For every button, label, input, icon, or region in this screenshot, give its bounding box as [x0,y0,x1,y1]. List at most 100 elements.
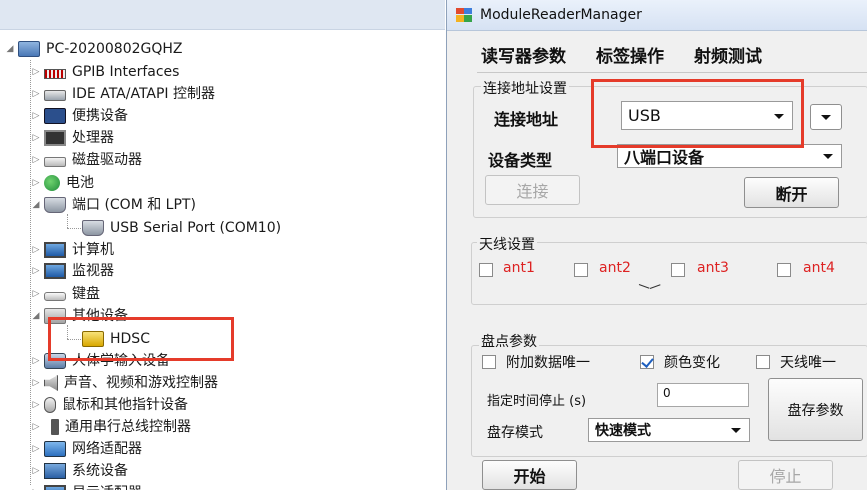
processor-icon [44,130,66,146]
tree-item-label: 系统设备 [72,463,128,479]
system-device-icon [44,463,66,479]
usb-icon [51,419,59,435]
expand-arrow-icon[interactable]: ▷ [30,416,42,438]
connection-group-title: 连接地址设置 [481,78,569,98]
tree-item-gpib[interactable]: ▷ GPIB Interfaces [30,61,180,83]
tree-item-label: 计算机 [72,242,114,258]
network-adapter-icon [44,441,66,457]
tab-reader-params[interactable]: 读写器参数 [481,42,566,67]
collapse-arrow-icon[interactable]: ◢ [30,305,42,327]
tree-item-sound[interactable]: ▷ 声音、视频和游戏控制器 [30,372,218,394]
disconnect-button[interactable]: 断开 [744,177,839,208]
tree-item-processor[interactable]: ▷ 处理器 [30,127,114,149]
tree-item-monitor[interactable]: ▷ 监视器 [30,260,114,282]
tree-item-portable[interactable]: ▷ 便携设备 [30,105,128,127]
stop-time-label: 指定时间停止 (s) [487,394,587,409]
warning-device-icon [82,331,104,347]
expand-arrow-icon[interactable]: ▷ [30,105,42,127]
collapse-arrow-icon[interactable]: ◢ [4,38,16,60]
ant4-label: ant4 [803,260,835,276]
tree-item-computer[interactable]: ▷ 计算机 [30,239,114,261]
address-select-value: USB [628,106,661,125]
ant2-checkbox[interactable] [574,263,588,277]
tree-item-label: USB Serial Port (COM10) [110,220,282,236]
tree-item-label: 处理器 [72,130,114,146]
tree-item-label: IDE ATA/ATAPI 控制器 [72,86,216,102]
expand-arrow-icon[interactable]: ▷ [30,83,42,105]
chevron-down-icon [774,113,784,119]
tree-item-label: 磁盘驱动器 [72,152,142,168]
expand-arrow-icon[interactable]: ▷ [30,149,42,171]
ant1-checkbox[interactable] [479,263,493,277]
address-dropdown-button[interactable] [810,104,842,130]
tree-item-network[interactable]: ▷ 网络适配器 [30,438,142,460]
stop-time-input[interactable]: 0 [657,383,749,407]
app-logo-icon [456,8,472,22]
tree-item-label: 声音、视频和游戏控制器 [64,375,218,391]
tree-item-battery[interactable]: ▷ 电池 [30,172,94,194]
expand-arrow-icon[interactable]: ▷ [30,460,42,482]
tree-item-disk[interactable]: ▷ 磁盘驱动器 [30,149,142,171]
expand-arrow-icon[interactable]: ▷ [30,394,42,416]
address-select[interactable]: USB [621,101,793,130]
tree-item-hdsc[interactable]: HDSC [82,328,150,350]
tree-item-display[interactable]: ▷ 显示适配器 [30,482,142,490]
computer-icon [44,242,66,258]
expand-arrow-icon[interactable]: ▷ [30,283,42,305]
window-titlebar[interactable]: ModuleReaderManager [447,0,867,31]
tree-item-label: 电池 [66,175,94,191]
tree-item-label: 端口 (COM 和 LPT) [72,197,196,213]
tree-item-ide[interactable]: ▷ IDE ATA/ATAPI 控制器 [30,83,215,105]
device-type-label: 设备类型 [488,151,553,170]
tree-item-hid[interactable]: ▷ 人体学输入设备 [30,350,170,372]
save-mode-select[interactable]: 快速模式 [588,418,750,442]
tree-guide-line [67,214,68,228]
stop-button[interactable]: 停止 [738,460,833,490]
expand-arrow-icon[interactable]: ▷ [30,438,42,460]
port-icon [44,197,66,213]
ant3-checkbox[interactable] [671,263,685,277]
expand-arrow-icon[interactable]: ▷ [30,172,42,194]
tree-root[interactable]: ◢ PC-20200802GQHZ [4,38,183,60]
expand-arrow-icon[interactable]: ▷ [30,260,42,282]
hid-icon [44,353,66,369]
color-change-checkbox[interactable] [640,355,654,369]
tree-guide-line [67,339,81,340]
expand-arrow-icon[interactable]: ▷ [30,350,42,372]
expand-arrow-icon[interactable]: ▷ [30,127,42,149]
tree-item-other-devices[interactable]: ◢ 其他设备 [30,305,128,327]
mouse-icon [44,397,56,413]
chevron-down-icon [731,428,741,433]
tab-divider [477,72,867,73]
tree-item-system[interactable]: ▷ 系统设备 [30,460,128,482]
window-title: ModuleReaderManager [480,7,642,23]
tree-item-label: 显示适配器 [72,482,142,490]
expand-arrow-icon[interactable]: ▷ [30,482,42,490]
other-devices-icon [44,308,66,324]
tree-item-keyboard[interactable]: ▷ 键盘 [30,283,100,305]
tree-root-label: PC-20200802GQHZ [46,41,183,57]
unique-antenna-checkbox[interactable] [756,355,770,369]
color-change-label: 颜色变化 [664,355,720,371]
tree-item-label: 便携设备 [72,108,128,124]
unique-data-checkbox[interactable] [482,355,496,369]
expand-arrow-icon[interactable]: ▷ [30,239,42,261]
expand-chevron-icon[interactable] [639,284,661,292]
tree-item-ports[interactable]: ◢ 端口 (COM 和 LPT) [30,194,196,216]
device-type-select[interactable]: 八端口设备 [617,144,842,168]
expand-arrow-icon[interactable]: ▷ [30,372,42,394]
collapse-arrow-icon[interactable]: ◢ [30,194,42,216]
tree-item-usb-serial-port[interactable]: USB Serial Port (COM10) [82,217,281,239]
ant4-checkbox[interactable] [777,263,791,277]
tab-rf-test[interactable]: 射频测试 [694,42,762,67]
start-button[interactable]: 开始 [482,460,577,490]
tab-tag-operations[interactable]: 标签操作 [596,42,664,67]
inventory-group-title: 盘点参数 [479,331,539,351]
module-reader-manager-window: ModuleReaderManager 读写器参数 标签操作 射频测试 连接地址… [446,0,867,490]
expand-arrow-icon[interactable]: ▷ [30,61,42,83]
tree-item-usb[interactable]: ▷ 通用串行总线控制器 [30,416,191,438]
tree-item-label: 网络适配器 [72,441,142,457]
inventory-params-button[interactable]: 盘存参数 [768,378,863,441]
tree-item-mouse[interactable]: ▷ 鼠标和其他指针设备 [30,394,188,416]
connect-button[interactable]: 连接 [485,175,580,205]
